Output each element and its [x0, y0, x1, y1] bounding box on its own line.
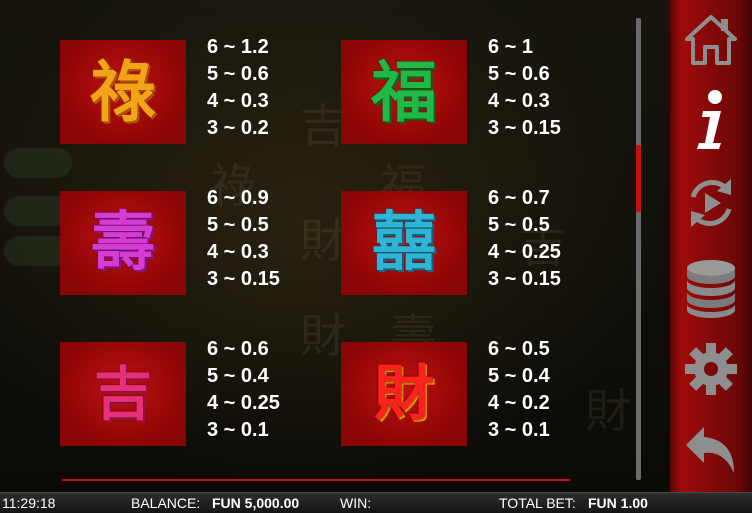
settings-button[interactable] — [678, 334, 744, 404]
background-symbol: 財 — [300, 309, 346, 363]
total-bet-label: TOTAL BET: — [499, 495, 576, 511]
symbol-tile-lu: 祿 — [60, 40, 186, 144]
symbol-lu: 祿 — [90, 53, 156, 131]
coins-icon — [687, 260, 735, 318]
pay-line: 3 ~ 0.15 — [488, 117, 561, 139]
background-jackpot-badge — [4, 148, 72, 178]
symbol-shou: 壽 — [91, 205, 155, 280]
info-button[interactable] — [678, 84, 744, 154]
home-icon — [685, 15, 737, 65]
pay-line: 4 ~ 0.3 — [207, 241, 269, 263]
pay-line: 6 ~ 0.7 — [488, 187, 550, 209]
pay-line: 4 ~ 0.25 — [488, 241, 561, 263]
paytable-values-ji: 6 ~ 0.6 5 ~ 0.4 4 ~ 0.25 3 ~ 0.1 — [207, 336, 280, 444]
gear-icon — [685, 343, 737, 395]
pay-line: 3 ~ 0.15 — [488, 268, 561, 290]
pay-line: 4 ~ 0.2 — [488, 392, 550, 414]
symbol-xi: 囍 — [372, 205, 436, 280]
symbol-fu: 福 — [371, 53, 437, 131]
symbol-tile-shou: 壽 — [60, 191, 186, 295]
background-symbol: 財 — [300, 214, 346, 268]
pay-line: 3 ~ 0.1 — [207, 419, 269, 441]
symbol-tile-cai: 財 — [341, 342, 467, 446]
info-icon — [697, 90, 722, 149]
symbol-ji: 吉 — [93, 360, 152, 428]
clock: 11:29:18 — [2, 495, 56, 511]
back-arrow-icon — [686, 427, 734, 473]
back-button[interactable] — [678, 414, 744, 484]
pay-line: 4 ~ 0.3 — [488, 90, 550, 112]
background-symbol: 吉 — [300, 99, 346, 153]
pay-line: 5 ~ 0.4 — [488, 365, 550, 387]
paytable-values-shou: 6 ~ 0.9 5 ~ 0.5 4 ~ 0.3 3 ~ 0.15 — [207, 185, 280, 293]
pay-line: 5 ~ 0.4 — [207, 365, 269, 387]
status-bar: 11:29:18 BALANCE: FUN 5,000.00 WIN: TOTA… — [0, 492, 752, 513]
total-bet-value: FUN 1.00 — [588, 495, 648, 511]
symbol-tile-ji: 吉 — [60, 342, 186, 446]
pay-line: 4 ~ 0.3 — [207, 90, 269, 112]
symbol-cai: 財 — [374, 359, 434, 429]
pay-line: 6 ~ 0.9 — [207, 187, 269, 209]
pay-line: 6 ~ 1.2 — [207, 36, 269, 58]
pay-line: 5 ~ 0.5 — [207, 214, 269, 236]
background-symbol: 財 — [585, 384, 631, 438]
pay-line: 4 ~ 0.25 — [207, 392, 280, 414]
pay-line: 5 ~ 0.6 — [488, 63, 550, 85]
sidebar — [670, 0, 752, 492]
paytable-values-lu: 6 ~ 1.2 5 ~ 0.6 4 ~ 0.3 3 ~ 0.2 — [207, 34, 269, 142]
pay-line: 3 ~ 0.1 — [488, 419, 550, 441]
bet-button[interactable] — [678, 252, 744, 322]
balance-label: BALANCE: — [131, 495, 201, 511]
paytable-values-fu: 6 ~ 1 5 ~ 0.6 4 ~ 0.3 3 ~ 0.15 — [488, 34, 561, 142]
paytable-values-cai: 6 ~ 0.5 5 ~ 0.4 4 ~ 0.2 3 ~ 0.1 — [488, 336, 550, 444]
game-area: 吉 祿 福 財 財 壽 吉 財 祿 6 ~ 1.2 5 ~ 0.6 4 ~ 0.… — [0, 0, 670, 492]
pay-line: 5 ~ 0.6 — [207, 63, 269, 85]
scrollbar-thumb[interactable] — [636, 145, 641, 212]
balance-value: FUN 5,000.00 — [212, 495, 300, 511]
symbol-tile-xi: 囍 — [341, 191, 467, 295]
pay-line: 3 ~ 0.2 — [207, 117, 269, 139]
paytable-values-xi: 6 ~ 0.7 5 ~ 0.5 4 ~ 0.25 3 ~ 0.15 — [488, 185, 561, 293]
pay-line: 6 ~ 1 — [488, 36, 534, 58]
win-label: WIN: — [340, 495, 372, 511]
scrollbar-track[interactable] — [636, 18, 641, 480]
symbol-tile-fu: 福 — [341, 40, 467, 144]
autoplay-icon — [690, 179, 732, 227]
pay-line: 5 ~ 0.5 — [488, 214, 550, 236]
pay-line: 6 ~ 0.5 — [488, 338, 550, 360]
pay-line: 3 ~ 0.15 — [207, 268, 280, 290]
pay-line: 6 ~ 0.6 — [207, 338, 269, 360]
section-divider — [62, 479, 570, 481]
home-button[interactable] — [678, 4, 744, 74]
autoplay-button[interactable] — [678, 168, 744, 238]
